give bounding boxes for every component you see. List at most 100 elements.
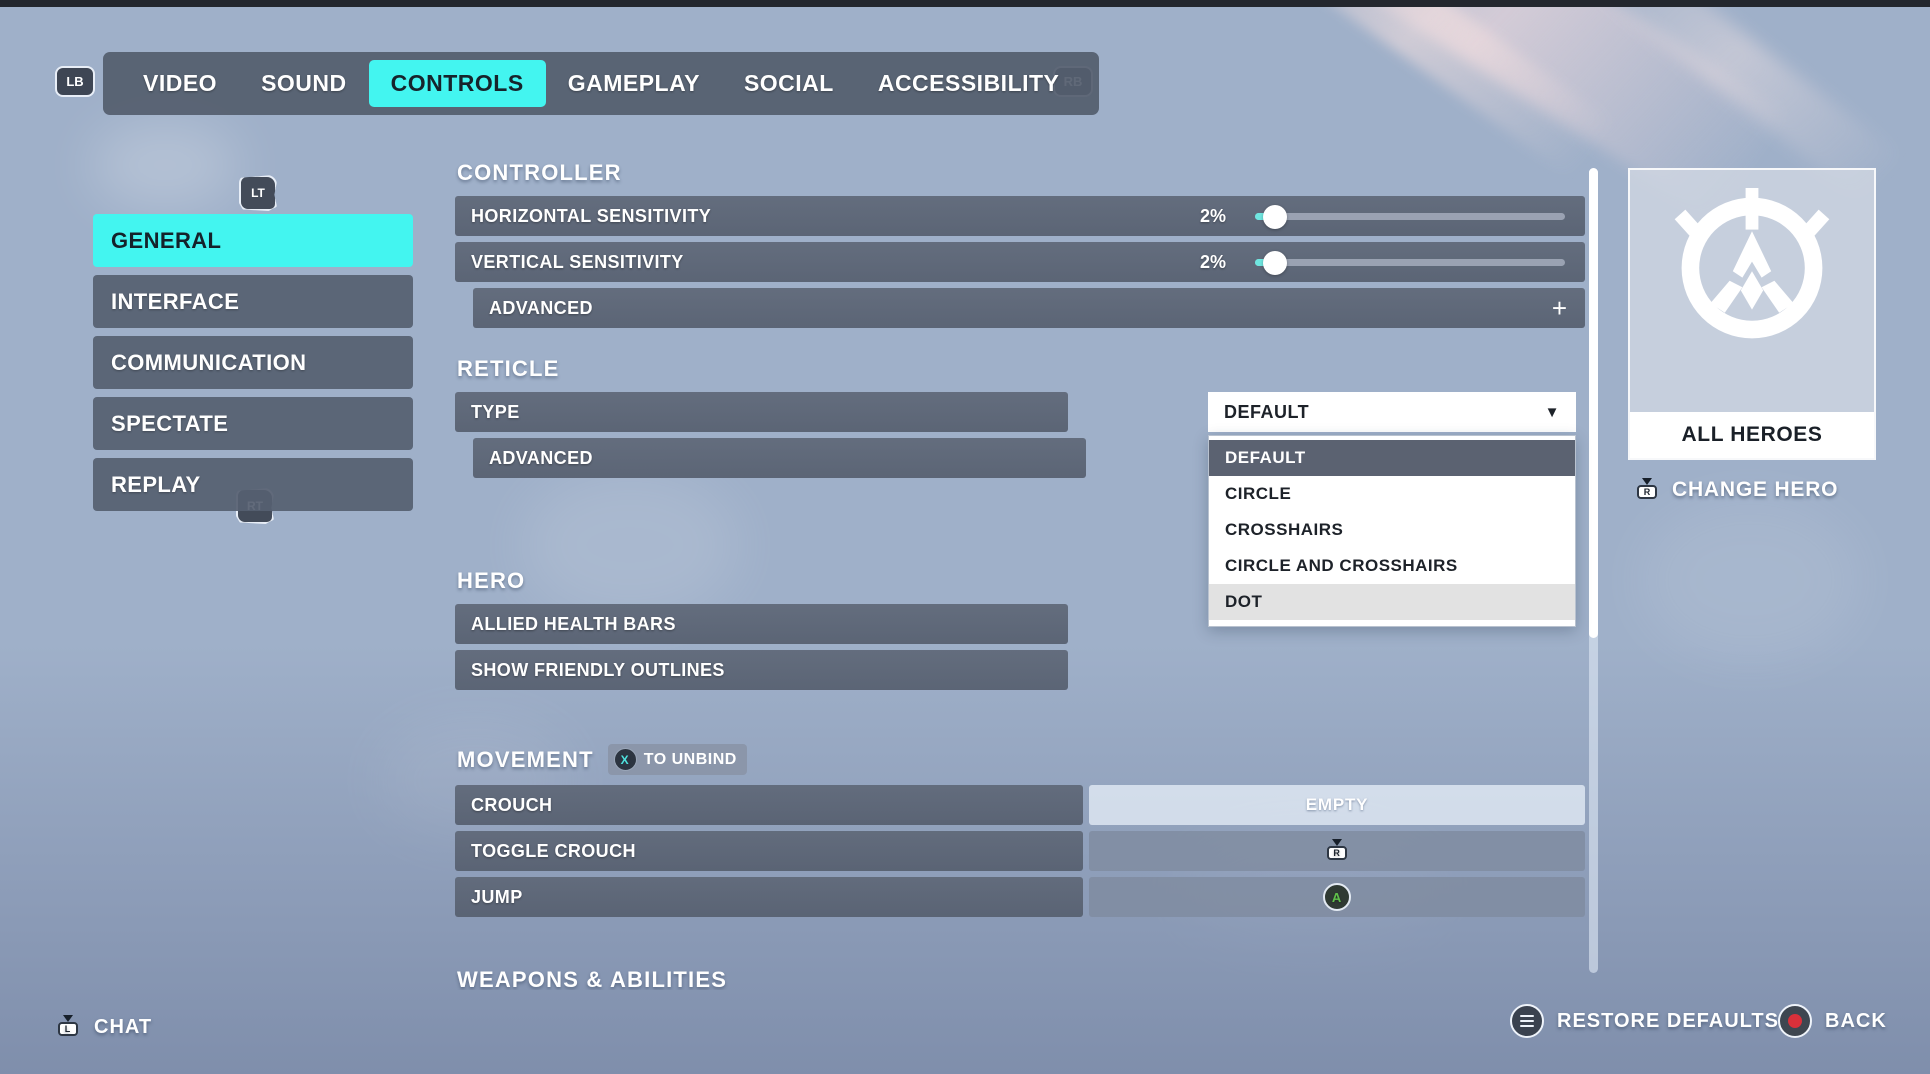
sidebar-item-communication[interactable]: COMMUNICATION xyxy=(93,336,413,389)
a-button-icon: A xyxy=(1323,883,1351,911)
controller-advanced-label: ADVANCED xyxy=(489,297,593,318)
horizontal-sensitivity-slider-knob[interactable] xyxy=(1263,204,1288,229)
change-hero-button[interactable]: R CHANGE HERO xyxy=(1628,478,1876,502)
lt-trigger-icon: LT xyxy=(239,175,277,211)
menu-bar xyxy=(1520,1020,1534,1022)
x-button-icon: X xyxy=(613,748,637,771)
sidebar-item-spectate[interactable]: SPECTATE xyxy=(93,397,413,450)
restore-defaults-button[interactable]: RESTORE DEFAULTS xyxy=(1510,1004,1779,1038)
stick-direction-arrow xyxy=(1332,839,1342,846)
dropdown-option-dot[interactable]: DOT xyxy=(1209,584,1575,620)
chat-button[interactable]: L CHAT xyxy=(55,1015,152,1039)
reticle-type-select[interactable]: DEFAULT ▼ xyxy=(1208,392,1576,432)
tab-sound[interactable]: SOUND xyxy=(239,60,369,107)
setting-row-horizontal-sensitivity[interactable]: HORIZONTAL SENSITIVITY 2% xyxy=(455,196,1585,236)
sidebar-item-general[interactable]: GENERAL xyxy=(93,214,413,267)
allied-health-bars-label: ALLIED HEALTH BARS xyxy=(471,613,676,634)
unbind-hint-label: TO UNBIND xyxy=(643,750,737,768)
bind-row-toggle-crouch[interactable]: TOGGLE CROUCH R xyxy=(455,831,1585,871)
horizontal-sensitivity-label: HORIZONTAL SENSITIVITY xyxy=(471,205,712,226)
chat-label: CHAT xyxy=(94,1015,153,1038)
back-button[interactable]: BACK xyxy=(1778,1004,1887,1038)
dropdown-option-circle[interactable]: CIRCLE xyxy=(1209,476,1575,512)
overwatch-logo-icon xyxy=(1674,188,1830,339)
show-friendly-outlines-label: SHOW FRIENDLY OUTLINES xyxy=(471,659,725,680)
sidebar-item-replay[interactable]: REPLAY xyxy=(93,458,413,511)
right-stick-label: R xyxy=(1327,846,1347,860)
tab-gameplay[interactable]: GAMEPLAY xyxy=(546,60,722,107)
lb-bumper-icon: LB xyxy=(55,66,95,97)
settings-tab-bar: VIDEO SOUND CONTROLS GAMEPLAY SOCIAL ACC… xyxy=(103,52,1100,115)
setting-row-show-friendly-outlines[interactable]: SHOW FRIENDLY OUTLINES xyxy=(455,650,1068,690)
chevron-down-icon[interactable]: ▼ xyxy=(1545,404,1560,421)
tab-video[interactable]: VIDEO xyxy=(121,60,239,107)
dropdown-option-default[interactable]: DEFAULT xyxy=(1209,440,1575,476)
reticle-type-dropdown: DEFAULT CIRCLE CROSSHAIRS CIRCLE AND CRO… xyxy=(1208,435,1576,627)
section-title-reticle: RETICLE xyxy=(457,356,560,381)
menu-icon xyxy=(1510,1004,1544,1038)
setting-row-controller-advanced[interactable]: ADVANCED + xyxy=(473,288,1585,328)
b-button-icon xyxy=(1778,1004,1812,1038)
toggle-crouch-label-cell: TOGGLE CROUCH xyxy=(455,831,1083,871)
chat-button-glyph: L xyxy=(58,1022,78,1036)
stick-direction-arrow xyxy=(63,1015,73,1022)
reticle-type-label-cell: TYPE xyxy=(455,392,1068,432)
lb-bumper-label: LB xyxy=(66,74,84,89)
restore-defaults-label: RESTORE DEFAULTS xyxy=(1557,1009,1779,1032)
movement-title-text: MOVEMENT xyxy=(457,746,594,772)
hero-name-label: ALL HEROES xyxy=(1630,412,1874,458)
reticle-type-selected-value: DEFAULT xyxy=(1224,401,1310,422)
dropdown-option-crosshairs[interactable]: CROSSHAIRS xyxy=(1209,512,1575,548)
right-stick-click-icon: R xyxy=(1324,839,1350,863)
dropdown-option-circle-and-crosshairs[interactable]: CIRCLE AND CROSSHAIRS xyxy=(1209,548,1575,584)
vertical-sensitivity-slider-track[interactable] xyxy=(1255,250,1565,275)
lt-trigger-label: LT xyxy=(251,186,265,200)
jump-label-cell: JUMP xyxy=(455,877,1083,917)
crouch-bind-cell[interactable]: EMPTY xyxy=(1089,785,1585,825)
right-stick-click-icon: R xyxy=(1634,478,1660,502)
main-scrollbar-track[interactable] xyxy=(1589,168,1598,973)
cloud-patch xyxy=(90,120,240,210)
jump-bind-cell[interactable]: A xyxy=(1089,877,1585,917)
section-title-controller: CONTROLLER xyxy=(457,160,622,185)
main-scrollbar-thumb[interactable] xyxy=(1589,168,1598,638)
crouch-label: CROUCH xyxy=(471,794,553,815)
toggle-crouch-label: TOGGLE CROUCH xyxy=(471,840,636,861)
vertical-sensitivity-label: VERTICAL SENSITIVITY xyxy=(471,251,684,272)
cloud-patch xyxy=(1640,500,1860,660)
horizontal-sensitivity-value: 2% xyxy=(1200,205,1227,226)
unbind-hint-badge: X TO UNBIND xyxy=(607,744,747,775)
tab-controls[interactable]: CONTROLS xyxy=(368,60,546,107)
hero-card[interactable]: ALL HEROES xyxy=(1628,168,1876,460)
reticle-type-label: TYPE xyxy=(471,401,520,422)
jump-label: JUMP xyxy=(471,886,523,907)
setting-row-allied-health-bars[interactable]: ALLIED HEALTH BARS xyxy=(455,604,1068,644)
stick-direction-arrow xyxy=(1642,478,1652,485)
bind-row-crouch[interactable]: CROUCH EMPTY xyxy=(455,785,1585,825)
tab-accessibility[interactable]: ACCESSIBILITY xyxy=(856,60,1082,107)
top-letterbox-bar xyxy=(0,0,1930,7)
vertical-sensitivity-slider-knob[interactable] xyxy=(1263,250,1288,275)
bind-row-jump[interactable]: JUMP A xyxy=(455,877,1585,917)
setting-row-reticle-advanced[interactable]: ADVANCED xyxy=(473,438,1086,478)
menu-bar xyxy=(1520,1025,1534,1027)
settings-sidebar: GENERAL INTERFACE COMMUNICATION SPECTATE… xyxy=(93,214,413,519)
sidebar-item-interface[interactable]: INTERFACE xyxy=(93,275,413,328)
toggle-crouch-bind-cell[interactable]: R xyxy=(1089,831,1585,871)
back-label: BACK xyxy=(1825,1009,1887,1032)
bottom-action-bar: L CHAT RESTORE DEFAULTS BACK xyxy=(0,964,1930,1074)
left-stick-click-icon: L xyxy=(55,1015,81,1039)
setting-row-vertical-sensitivity[interactable]: VERTICAL SENSITIVITY 2% xyxy=(455,242,1585,282)
change-hero-label: CHANGE HERO xyxy=(1672,478,1839,501)
crouch-label-cell: CROUCH xyxy=(455,785,1083,825)
section-title-movement: MOVEMENT X TO UNBIND xyxy=(457,744,1585,775)
horizontal-sensitivity-slider-track[interactable] xyxy=(1255,204,1565,229)
menu-bar xyxy=(1520,1015,1534,1017)
vertical-sensitivity-value: 2% xyxy=(1200,251,1227,272)
change-hero-button-glyph: R xyxy=(1637,485,1657,499)
tab-social[interactable]: SOCIAL xyxy=(722,60,856,107)
b-button-dot xyxy=(1788,1014,1802,1028)
reticle-advanced-label: ADVANCED xyxy=(489,447,593,468)
plus-icon[interactable]: + xyxy=(1552,295,1585,321)
hero-selection-panel: ALL HEROES R CHANGE HERO xyxy=(1628,168,1876,502)
